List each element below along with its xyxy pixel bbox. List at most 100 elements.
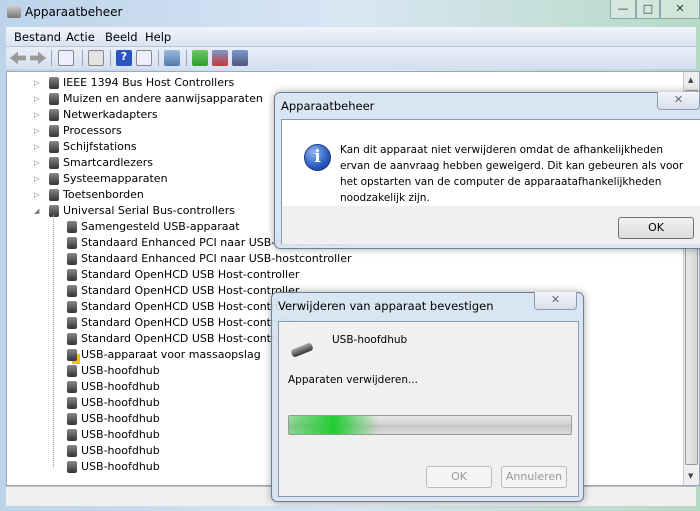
tree-category-label: Smartcardlezers xyxy=(63,156,153,169)
tree-device[interactable]: USB-apparaat voor massaopslag xyxy=(67,347,261,363)
tree-category[interactable]: ▷ Systeemapparaten xyxy=(34,171,168,187)
tree-category-label: Schijfstations xyxy=(63,140,137,153)
usb-icon xyxy=(67,285,77,297)
close-button[interactable]: ✕ xyxy=(660,0,700,19)
tree-device[interactable]: USB-hoofdhub xyxy=(67,443,160,459)
scroll-down-icon[interactable]: ▼ xyxy=(688,472,693,480)
expand-icon[interactable]: ▷ xyxy=(34,123,39,139)
expand-icon[interactable]: ▷ xyxy=(34,155,39,171)
app-icon xyxy=(7,6,21,18)
properties-icon[interactable] xyxy=(88,50,104,66)
tree-device[interactable]: Standard OpenHCD USB Host-controller xyxy=(67,283,300,299)
usb-icon xyxy=(67,237,77,249)
expand-icon[interactable]: ▷ xyxy=(34,187,39,203)
tree-device-label: Standaard Enhanced PCI naar USB-hostcont… xyxy=(81,252,352,265)
action-pane-icon[interactable] xyxy=(136,50,152,66)
tree-device[interactable]: USB-hoofdhub xyxy=(67,411,160,427)
confirm-ok-button[interactable]: OK xyxy=(426,466,492,488)
error-dialog-footer: OK xyxy=(282,206,700,244)
menu-bestand[interactable]: Bestand xyxy=(14,30,61,44)
error-dialog-title: Apparaatbeheer xyxy=(281,99,375,113)
usb-icon xyxy=(67,317,77,329)
confirm-dialog-close-button[interactable]: ✕ xyxy=(534,292,577,310)
tree-category-label: Toetsenborden xyxy=(63,188,144,201)
tree-device-label: Standard OpenHCD USB Host-controller xyxy=(81,300,300,313)
tree-device-label: USB-apparaat voor massaopslag xyxy=(81,348,261,361)
tree-category[interactable]: ▷ IEEE 1394 Bus Host Controllers xyxy=(34,75,234,91)
tree-category[interactable]: ◢ Universal Serial Bus-controllers xyxy=(34,203,235,219)
help-icon[interactable]: ? xyxy=(116,50,132,66)
tree-device-label: USB-hoofdhub xyxy=(81,444,160,457)
usb-icon xyxy=(67,253,77,265)
minimize-button[interactable]: — xyxy=(610,0,636,19)
tree-device-label: Standard OpenHCD USB Host-controller xyxy=(81,284,300,297)
usb-icon xyxy=(67,445,77,457)
usb-icon xyxy=(67,429,77,441)
collapse-icon[interactable]: ◢ xyxy=(34,203,39,219)
usb-icon xyxy=(67,413,77,425)
confirm-dialog-body: USB-hoofdhub Apparaten verwijderen... OK… xyxy=(278,321,579,497)
smartcard-icon xyxy=(49,157,59,169)
disk-icon xyxy=(49,141,59,153)
window-title: Apparaatbeheer xyxy=(25,5,123,19)
tree-category-label: Muizen en andere aanwijsapparaten xyxy=(63,92,263,105)
menu-beeld[interactable]: Beeld xyxy=(105,30,138,44)
progress-status: Apparaten verwijderen... xyxy=(288,374,419,386)
usb-icon xyxy=(67,221,77,233)
scroll-up-icon[interactable]: ▲ xyxy=(688,76,693,84)
tree-category[interactable]: ▷ Schijfstations xyxy=(34,139,137,155)
tree-device[interactable]: USB-hoofdhub xyxy=(67,427,160,443)
cancel-button[interactable]: Annuleren xyxy=(501,466,567,488)
error-dialog-body: i Kan dit apparaat niet verwijderen omda… xyxy=(281,119,700,244)
tree-device[interactable]: Standard OpenHCD USB Host-controller xyxy=(67,299,300,315)
show-hide-tree-icon[interactable] xyxy=(58,50,74,66)
update-driver-icon[interactable] xyxy=(192,50,208,66)
usb-icon xyxy=(67,333,77,345)
title-bar[interactable]: Apparaatbeheer — □ ✕ xyxy=(0,0,700,26)
tree-device[interactable]: Standaard Enhanced PCI naar USB-hostcont… xyxy=(67,251,352,267)
uninstall-icon[interactable] xyxy=(212,50,228,66)
tree-category[interactable]: ▷ Processors xyxy=(34,123,122,139)
tree-category[interactable]: ▷ Muizen en andere aanwijsapparaten xyxy=(34,91,263,107)
tree-category-label: Universal Serial Bus-controllers xyxy=(63,204,235,217)
tree-device[interactable]: USB-hoofdhub xyxy=(67,379,160,395)
tree-device-label: USB-hoofdhub xyxy=(81,460,160,473)
processor-icon xyxy=(49,125,59,137)
info-icon: i xyxy=(304,144,331,171)
expand-icon[interactable]: ▷ xyxy=(34,107,39,123)
tree-device[interactable]: USB-hoofdhub xyxy=(67,395,160,411)
menu-actie[interactable]: Actie xyxy=(66,30,95,44)
tree-device[interactable]: USB-hoofdhub xyxy=(67,459,160,475)
tree-category-label: Processors xyxy=(63,124,122,137)
error-dialog-close-button[interactable]: ✕ xyxy=(657,92,700,110)
tree-device-label: USB-hoofdhub xyxy=(81,428,160,441)
system-icon xyxy=(49,173,59,185)
progress-marquee xyxy=(289,416,379,434)
expand-icon[interactable]: ▷ xyxy=(34,139,39,155)
ok-button[interactable]: OK xyxy=(618,217,694,239)
expand-icon[interactable]: ▷ xyxy=(34,91,39,107)
error-dialog: Apparaatbeheer ✕ i Kan dit apparaat niet… xyxy=(274,92,700,249)
tree-category[interactable]: ▷ Toetsenborden xyxy=(34,187,144,203)
back-icon[interactable] xyxy=(10,51,26,65)
tree-device[interactable]: Samengesteld USB-apparaat xyxy=(67,219,240,235)
expand-icon[interactable]: ▷ xyxy=(34,75,39,91)
usb-icon xyxy=(67,365,77,377)
tree-device-label: Standard OpenHCD USB Host-controller xyxy=(81,316,300,329)
forward-icon[interactable] xyxy=(30,51,46,65)
scan-hardware-icon[interactable] xyxy=(164,50,180,66)
tree-category[interactable]: ▷ Netwerkadapters xyxy=(34,107,158,123)
menu-bar: Bestand Actie Beeld Help xyxy=(6,27,696,47)
disable-icon[interactable] xyxy=(232,50,248,66)
confirm-dialog-title: Verwijderen van apparaat bevestigen xyxy=(278,299,494,313)
menu-help[interactable]: Help xyxy=(145,30,171,44)
tree-device[interactable]: USB-hoofdhub xyxy=(67,363,160,379)
tree-device-label: USB-hoofdhub xyxy=(81,364,160,377)
tree-category[interactable]: ▷ Smartcardlezers xyxy=(34,155,153,171)
maximize-button[interactable]: □ xyxy=(636,0,660,19)
toolbar: ? xyxy=(6,47,696,69)
tree-device[interactable]: Standard OpenHCD USB Host-controller xyxy=(67,331,299,347)
tree-device[interactable]: Standard OpenHCD USB Host-controller xyxy=(67,315,300,331)
tree-device[interactable]: Standard OpenHCD USB Host-controller xyxy=(67,267,299,283)
expand-icon[interactable]: ▷ xyxy=(34,171,39,187)
